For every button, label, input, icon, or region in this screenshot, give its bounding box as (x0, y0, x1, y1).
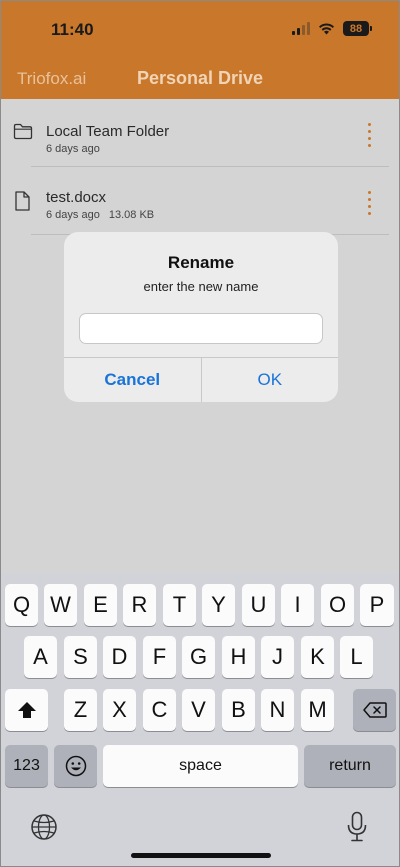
cancel-button[interactable]: Cancel (64, 358, 202, 402)
key-s[interactable]: S (64, 636, 97, 678)
screen: 11:40 88 Triofox.ai Personal Drive Local… (0, 0, 400, 867)
folder-icon (13, 123, 33, 140)
status-time: 11:40 (51, 20, 94, 39)
more-options-icon[interactable] (368, 123, 371, 147)
emoji-key[interactable] (54, 745, 97, 787)
key-r[interactable]: R (123, 584, 156, 626)
key-g[interactable]: G (182, 636, 215, 678)
key-k[interactable]: K (301, 636, 334, 678)
microphone-icon[interactable] (346, 811, 368, 843)
document-icon (15, 191, 30, 211)
app-header: 11:40 88 Triofox.ai Personal Drive (1, 1, 399, 99)
file-name: test.docx (46, 189, 107, 206)
dialog-title: Rename (167, 253, 235, 272)
file-size: 13.08 KB (108, 209, 155, 221)
key-e[interactable]: E (84, 584, 117, 626)
key-o[interactable]: O (321, 584, 354, 626)
backspace-icon (362, 702, 387, 718)
key-w[interactable]: W (44, 584, 77, 626)
key-u[interactable]: U (242, 584, 275, 626)
key-l[interactable]: L (340, 636, 373, 678)
ok-button[interactable]: OK (202, 358, 339, 402)
wifi-icon (319, 23, 334, 35)
shift-key[interactable] (5, 689, 48, 731)
key-v[interactable]: V (182, 689, 215, 731)
key-p[interactable]: P (360, 584, 394, 626)
space-key[interactable]: space (103, 745, 298, 787)
key-z[interactable]: Z (64, 689, 97, 731)
file-modified: 6 days ago (46, 143, 100, 155)
key-y[interactable]: Y (202, 584, 235, 626)
numbers-key[interactable]: 123 (5, 745, 48, 787)
more-options-icon[interactable] (368, 191, 371, 215)
file-name: Local Team Folder (46, 123, 170, 140)
rename-dialog: Rename enter the new name Cancel OK (64, 232, 338, 402)
emoji-icon (65, 755, 86, 777)
globe-icon[interactable] (30, 813, 58, 841)
list-item[interactable]: test.docx 6 days ago 13.08 KB (1, 167, 399, 235)
battery-icon: 88 (343, 21, 372, 36)
return-key[interactable]: return (304, 745, 396, 787)
shift-icon (17, 702, 36, 718)
key-i[interactable]: I (281, 584, 314, 626)
key-b[interactable]: B (222, 689, 255, 731)
key-c[interactable]: C (143, 689, 176, 731)
key-q[interactable]: Q (5, 584, 38, 626)
status-indicators: 88 (292, 21, 372, 36)
page-title: Personal Drive (136, 68, 264, 88)
dialog-buttons: Cancel OK (64, 357, 338, 402)
key-a[interactable]: A (24, 636, 57, 678)
key-j[interactable]: J (261, 636, 294, 678)
keyboard: Q W E R T Y U I O P A S D F G H J K L Z … (1, 573, 399, 866)
key-n[interactable]: N (261, 689, 294, 731)
list-item[interactable]: Local Team Folder 6 days ago (1, 99, 399, 167)
key-m[interactable]: M (301, 689, 334, 731)
key-f[interactable]: F (143, 636, 176, 678)
key-t[interactable]: T (163, 584, 196, 626)
dialog-message: enter the new name (143, 279, 259, 294)
home-indicator[interactable] (131, 853, 271, 858)
cellular-signal-icon (292, 22, 310, 35)
file-modified: 6 days ago (46, 209, 100, 221)
new-name-input[interactable] (79, 313, 323, 344)
delete-key[interactable] (353, 689, 396, 731)
key-d[interactable]: D (103, 636, 136, 678)
key-h[interactable]: H (222, 636, 255, 678)
file-list: Local Team Folder 6 days ago test.docx 6… (1, 99, 399, 235)
key-x[interactable]: X (103, 689, 136, 731)
